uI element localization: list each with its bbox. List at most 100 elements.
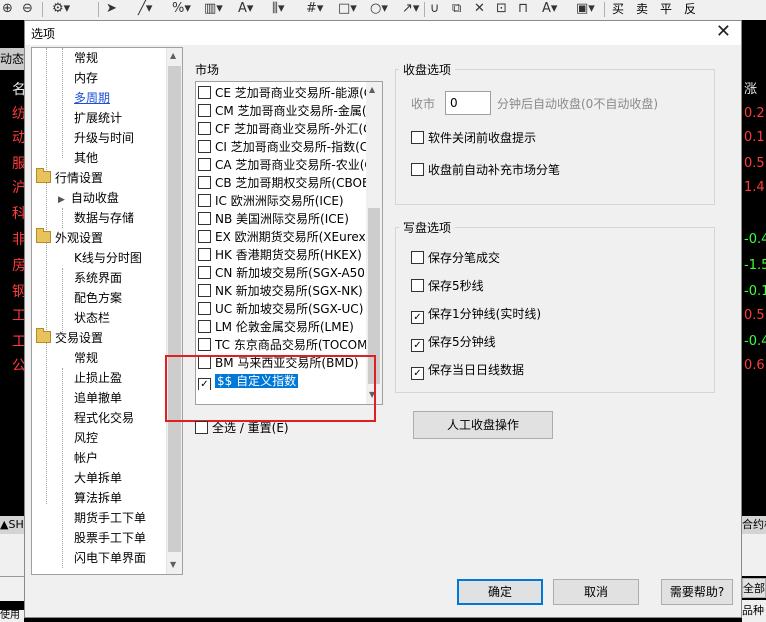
checkbox[interactable] <box>198 212 211 225</box>
market-item[interactable]: HK 香港期货交易所(HKEX) <box>198 246 368 264</box>
close-position-button[interactable]: 平 <box>660 0 672 18</box>
market-item[interactable]: CM 芝加哥商业交易所-金属( <box>198 102 368 120</box>
checkbox-checked[interactable]: ✓ <box>411 367 424 380</box>
tree-scrollbar[interactable]: ▲ ▼ <box>166 48 182 574</box>
ok-button[interactable]: 确定 <box>457 579 543 605</box>
checkbox[interactable] <box>198 284 211 297</box>
save-daily-option[interactable]: ✓ 保存当日日线数据 <box>411 361 524 380</box>
save-icon[interactable]: ▣▾ <box>576 1 595 17</box>
tree-item-quote-settings[interactable]: 行情设置 <box>36 168 103 188</box>
tree-item-auto-close[interactable]: ▶ 自动收盘 <box>58 188 119 208</box>
grid-tool-icon[interactable]: #▾ <box>306 1 323 17</box>
tree-item-stop-loss[interactable]: 止损止盈 <box>74 368 122 388</box>
tree-item-data-storage[interactable]: 数据与存储 <box>74 208 134 228</box>
checkbox[interactable] <box>198 158 211 171</box>
tree-item-account[interactable]: 帐户 <box>74 448 98 468</box>
market-item[interactable]: CN 新加坡交易所(SGX-A50) <box>198 264 368 282</box>
market-item[interactable]: NB 美国洲际交易所(ICE) <box>198 210 368 228</box>
zoom-out-icon[interactable]: ⊖ <box>22 1 33 17</box>
magnet-icon[interactable]: ∪ <box>430 1 440 17</box>
tree-item-trade-general[interactable]: 常规 <box>74 348 98 368</box>
tree-item-system-ui[interactable]: 系统界面 <box>74 268 122 288</box>
pin-icon[interactable]: ⊓ <box>518 1 528 17</box>
tree-item-extended-stats[interactable]: 扩展统计 <box>74 108 122 128</box>
market-item[interactable]: NK 新加坡交易所(SGX-NK) <box>198 282 368 300</box>
tree-item-status-bar[interactable]: 状态栏 <box>74 308 110 328</box>
circle-tool-icon[interactable]: ○▾ <box>370 1 388 17</box>
tree-item-trade-settings[interactable]: 交易设置 <box>36 328 103 348</box>
tree-item-appearance[interactable]: 外观设置 <box>36 228 103 248</box>
lock-icon[interactable]: ⊡ <box>496 1 507 17</box>
checkbox[interactable] <box>411 251 424 264</box>
market-item[interactable]: CB 芝加哥期权交易所(CBOE <box>198 174 368 192</box>
save-5s-option[interactable]: 保存5秒线 <box>411 277 484 294</box>
checkbox[interactable] <box>198 176 211 189</box>
save-ticks-option[interactable]: 保存分笔成交 <box>411 249 500 266</box>
manual-close-button[interactable]: 人工收盘操作 <box>413 411 553 439</box>
market-tab[interactable]: ▲SH <box>0 516 24 534</box>
tree-item-algo-split[interactable]: 算法拆单 <box>74 488 122 508</box>
checkbox[interactable] <box>411 279 424 292</box>
scroll-thumb[interactable] <box>168 66 181 552</box>
market-item[interactable]: LM 伦敦金属交易所(LME) <box>198 318 368 336</box>
rect-tool-icon[interactable]: □▾ <box>338 1 357 17</box>
save-5m-option[interactable]: ✓ 保存5分钟线 <box>411 333 496 352</box>
tree-item-multi-period[interactable]: 多周期 <box>74 88 110 108</box>
tree-item-other[interactable]: 其他 <box>74 148 98 168</box>
checkbox[interactable] <box>198 338 211 351</box>
text-tool-icon[interactable]: A▾ <box>238 1 253 17</box>
scroll-down-icon[interactable]: ▼ <box>170 560 176 569</box>
buy-button[interactable]: 买 <box>612 0 624 18</box>
tree-item-risk[interactable]: 风控 <box>74 428 98 448</box>
market-item[interactable]: TC 东京商品交易所(TOCOM <box>198 336 368 354</box>
tree-item-stock-manual[interactable]: 股票手工下单 <box>74 528 146 548</box>
tree-item-kline-timechart[interactable]: K线与分时图 <box>74 248 142 268</box>
market-item[interactable]: UC 新加坡交易所(SGX-UC) <box>198 300 368 318</box>
checkbox[interactable] <box>198 230 211 243</box>
tree-item-color-scheme[interactable]: 配色方案 <box>74 288 122 308</box>
checkbox[interactable] <box>198 320 211 333</box>
line-tool-icon[interactable]: ╱▾ <box>138 1 152 17</box>
tree-item-general[interactable]: 常规 <box>74 48 98 68</box>
market-item[interactable]: IC 欧洲洲际交易所(ICE) <box>198 192 368 210</box>
cursor-icon[interactable]: ➤ <box>106 1 117 17</box>
checkbox[interactable] <box>198 248 211 261</box>
all-button[interactable]: 全部 <box>742 578 766 598</box>
settings-icon[interactable]: ⚙▾ <box>52 1 70 17</box>
zoom-in-icon[interactable]: ⊕ <box>2 1 13 17</box>
cancel-button[interactable]: 取消 <box>553 579 639 605</box>
tree-item-big-order-split[interactable]: 大单拆单 <box>74 468 122 488</box>
tree-item-chase-cancel[interactable]: 追单撤单 <box>74 388 122 408</box>
close-minutes-input[interactable]: 0 <box>445 91 491 115</box>
tree-item-futures-manual[interactable]: 期货手工下单 <box>74 508 146 528</box>
checkbox[interactable] <box>198 140 211 153</box>
checkbox[interactable] <box>411 163 424 176</box>
market-item[interactable]: CE 芝加哥商业交易所-能源(C <box>198 84 368 102</box>
scroll-up-icon[interactable]: ▲ <box>369 85 375 94</box>
checkbox[interactable] <box>198 104 211 117</box>
color-icon[interactable]: A▾ <box>542 1 557 17</box>
checkbox[interactable] <box>198 266 211 279</box>
checkbox-checked[interactable]: ✓ <box>411 311 424 324</box>
market-item[interactable]: CA 芝加哥商业交易所-农业(C <box>198 156 368 174</box>
tree-item-upgrade-time[interactable]: 升级与时间 <box>74 128 134 148</box>
save-1m-option[interactable]: ✓ 保存1分钟线(实时线) <box>411 305 541 324</box>
scroll-up-icon[interactable]: ▲ <box>170 51 176 60</box>
tree-item-flash-order[interactable]: 闪电下单界面 <box>74 548 146 568</box>
market-item[interactable]: CF 芝加哥商业交易所-外汇(C <box>198 120 368 138</box>
market-item[interactable]: CI 芝加哥商业交易所-指数(C <box>198 138 368 156</box>
percent-tool-icon[interactable]: %▾ <box>172 1 191 17</box>
reverse-button[interactable]: 反 <box>684 0 696 18</box>
market-item[interactable]: EX 欧洲期货交易所(XEurex) <box>198 228 368 246</box>
auto-fill-ticks-option[interactable]: 收盘前自动补充市场分笔 <box>411 161 560 178</box>
close-icon[interactable]: ✕ <box>716 22 731 42</box>
arrow-tool-icon[interactable]: ↗▾ <box>402 1 419 17</box>
help-button[interactable]: 需要帮助? <box>661 579 733 605</box>
checkbox[interactable] <box>198 194 211 207</box>
checkbox[interactable] <box>195 421 208 434</box>
tree-item-programmatic[interactable]: 程式化交易 <box>74 408 134 428</box>
bars-tool-icon[interactable]: ⫼▾ <box>272 1 285 17</box>
options-tree[interactable]: 常规 内存 多周期 扩展统计 升级与时间 其他 行情设置 ▶ 自动收盘 数据与存储… <box>31 47 183 575</box>
close-prompt-option[interactable]: 软件关闭前收盘提示 <box>411 129 536 146</box>
checkbox[interactable] <box>198 86 211 99</box>
